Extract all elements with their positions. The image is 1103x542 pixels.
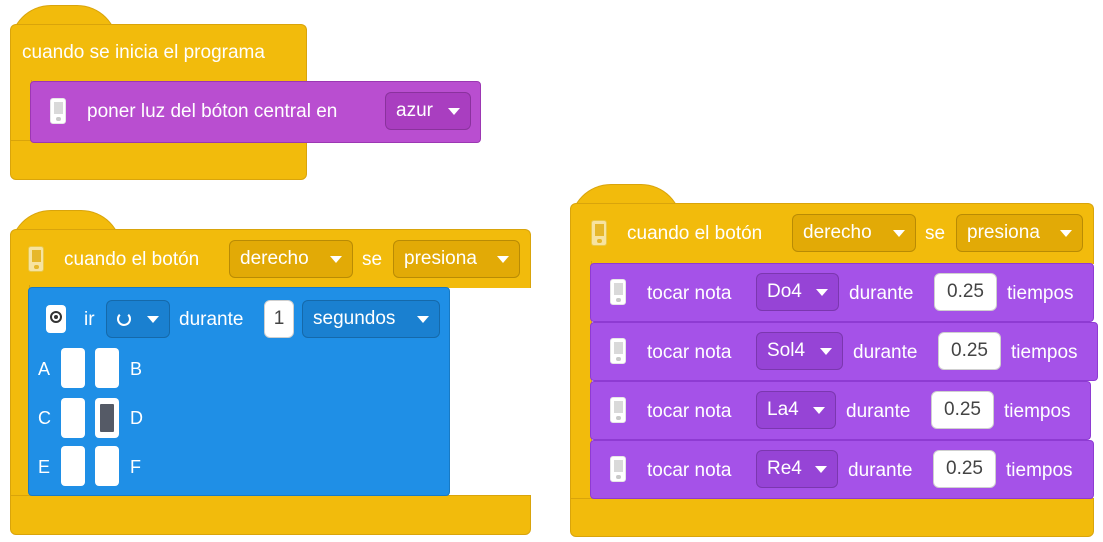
set-center-light-block[interactable]: poner luz del bóton central en azur [30,81,481,143]
button-dropdown[interactable]: derecho [229,240,353,278]
note-dropdown[interactable]: Sol4 [756,332,843,370]
chevron-down-icon [1060,230,1072,237]
hub-icon [50,98,66,124]
beats-input[interactable]: 0.25 [938,332,1001,370]
play-note-block[interactable]: tocar nota Re4 durante 0.25 tiempos [590,440,1094,499]
chevron-down-icon [417,316,429,323]
play-note-label: tocar nota [647,460,732,481]
beats-input[interactable]: 0.25 [931,391,994,429]
note-value: La4 [767,399,799,420]
play-note-label: tocar nota [647,283,732,304]
port-a-toggle[interactable] [61,348,85,388]
motor-run-block[interactable]: ir durante 1 segundos A B C D E F [28,287,450,496]
event-dropdown[interactable]: presiona [393,240,520,278]
event-label-prefix: cuando el botón [627,223,763,244]
chevron-down-icon [448,108,460,115]
note-dropdown[interactable]: La4 [756,391,836,429]
hat-footer [570,498,1094,537]
play-note-label: tocar nota [647,401,732,422]
event-dropdown[interactable]: presiona [956,214,1083,252]
chevron-down-icon [330,256,342,263]
duration-input[interactable]: 1 [264,300,294,338]
beats-unit-label: tiempos [1004,401,1071,422]
port-label-d: D [130,408,143,428]
start-event-label: cuando se inicia el programa [22,42,265,63]
port-label-a: A [38,359,51,379]
note-value: Sol4 [767,340,806,361]
button-value: derecho [240,248,309,269]
chevron-down-icon [813,407,825,414]
port-c-toggle[interactable] [61,398,85,438]
note-value: Re4 [767,458,802,479]
hub-icon [610,397,626,423]
port-label-e: E [38,457,51,477]
chevron-down-icon [497,256,509,263]
event-label-prefix: cuando el botón [64,249,200,270]
hat-footer [10,495,531,535]
motor-label-middle: durante [179,309,244,330]
set-light-label: poner luz del bóton central en [87,101,338,122]
port-label-f: F [130,457,141,477]
during-label: durante [846,401,911,422]
unit-dropdown[interactable]: segundos [302,300,440,338]
light-color-dropdown[interactable]: azur [385,92,471,130]
chevron-down-icon [893,230,905,237]
event-value: presiona [967,222,1040,243]
hat-arm [10,285,30,497]
port-label-b: B [130,359,143,379]
beats-input[interactable]: 0.25 [934,273,997,311]
play-note-block[interactable]: tocar nota Sol4 durante 0.25 tiempos [590,322,1098,381]
hat-arm [10,80,32,142]
button-dropdown[interactable]: derecho [792,214,916,252]
beats-unit-label: tiempos [1011,342,1078,363]
chevron-down-icon [147,316,159,323]
beats-unit-label: tiempos [1007,283,1074,304]
motor-label-prefix: ir [84,309,95,330]
beats-input[interactable]: 0.25 [933,450,996,488]
hub-icon [610,338,626,364]
play-note-block[interactable]: tocar nota Do4 durante 0.25 tiempos [590,263,1094,322]
chevron-down-icon [815,466,827,473]
event-label-middle: se [362,249,383,270]
during-label: durante [848,460,913,481]
play-note-block[interactable]: tocar nota La4 durante 0.25 tiempos [590,381,1091,440]
light-color-value: azur [396,100,433,121]
port-f-toggle[interactable] [95,446,119,486]
chevron-down-icon [816,289,828,296]
hub-icon [591,220,607,246]
during-label: durante [849,283,914,304]
hat-arm [570,261,592,501]
port-e-toggle[interactable] [61,446,85,486]
button-value: derecho [803,222,872,243]
hub-icon [28,246,44,272]
hub-icon [610,279,626,305]
rotate-clockwise-icon [117,312,131,326]
direction-dropdown[interactable] [106,300,170,338]
chevron-down-icon [820,348,832,355]
note-value: Do4 [767,281,802,302]
event-value: presiona [404,248,477,269]
hat-footer [10,140,307,180]
port-b-toggle[interactable] [95,348,119,388]
note-dropdown[interactable]: Re4 [756,450,838,488]
port-d-toggle[interactable] [95,398,119,438]
unit-value: segundos [313,308,396,329]
play-note-label: tocar nota [647,342,732,363]
beats-unit-label: tiempos [1006,460,1073,481]
motor-icon [46,305,66,333]
port-label-c: C [38,408,51,428]
hub-icon [610,456,626,482]
note-dropdown[interactable]: Do4 [756,273,839,311]
during-label: durante [853,342,918,363]
event-label-middle: se [925,223,946,244]
